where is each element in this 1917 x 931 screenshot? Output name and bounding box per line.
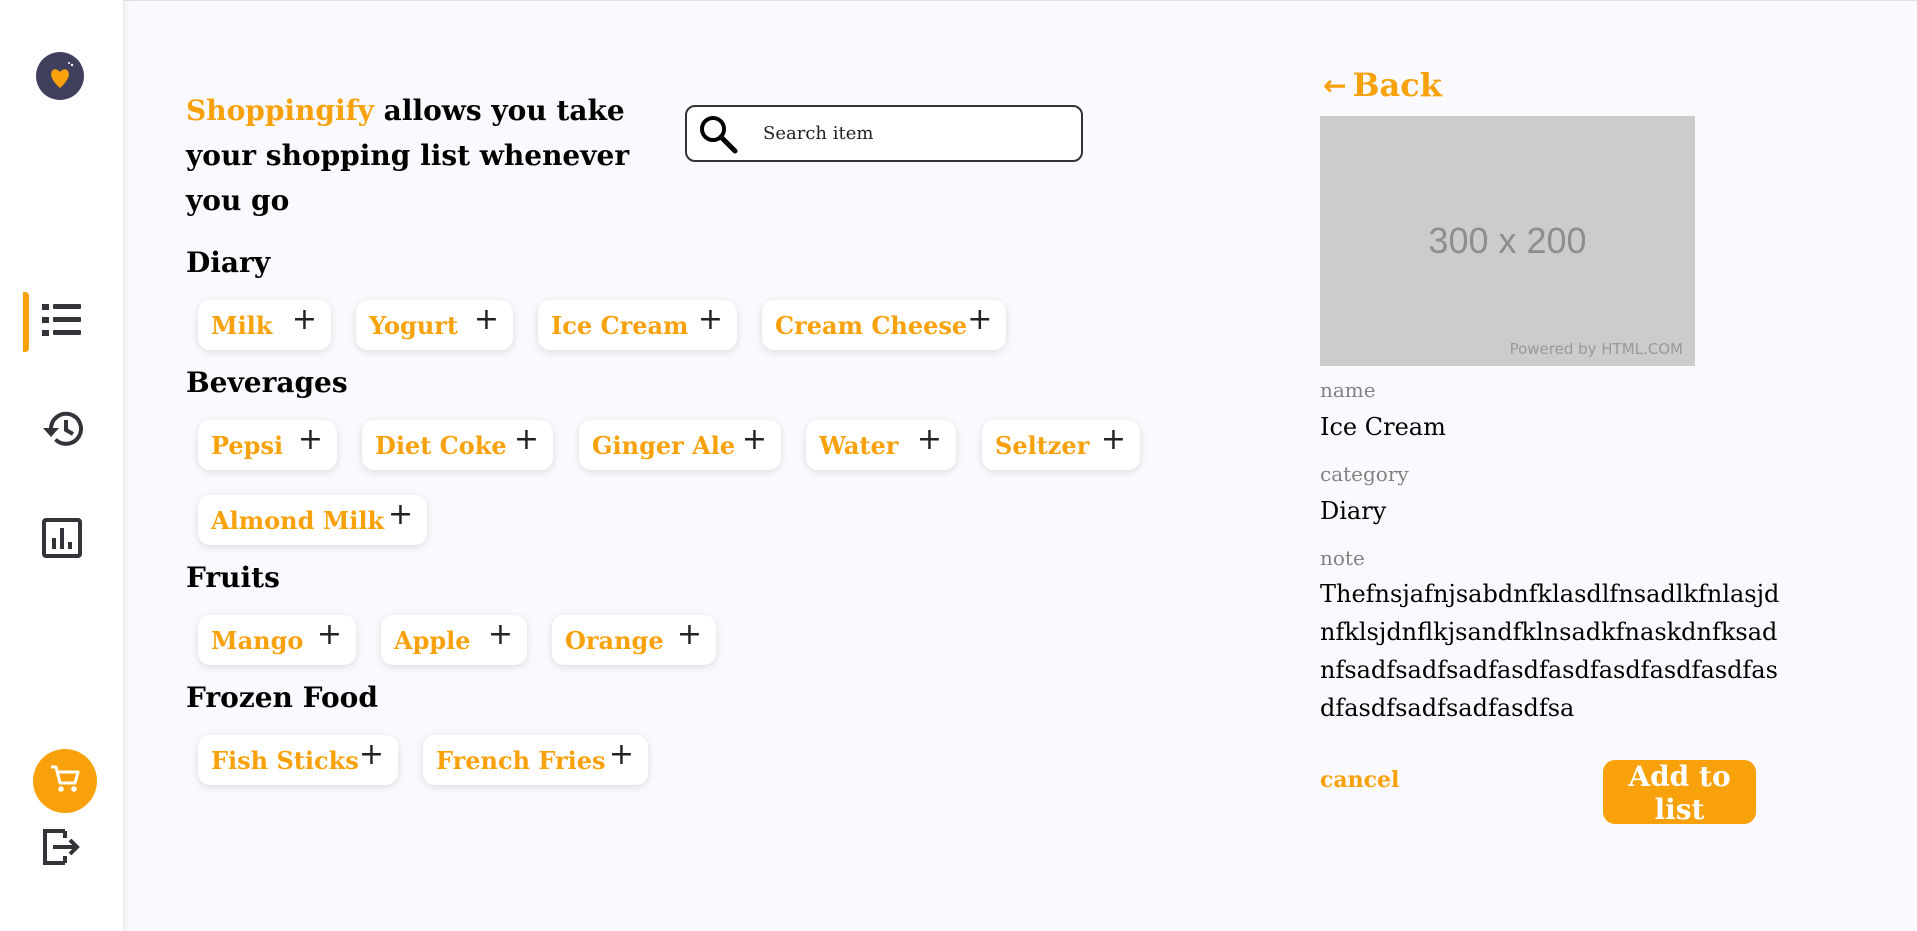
item-name: Seltzer bbox=[995, 430, 1090, 460]
item-image-placeholder: 300 x 200 Powered by HTML.COM bbox=[1320, 116, 1695, 366]
item-chip[interactable]: Diet Coke + bbox=[362, 420, 553, 470]
item-chip[interactable]: Apple + bbox=[381, 615, 527, 665]
sidebar-item-items[interactable] bbox=[0, 292, 123, 352]
chart-icon bbox=[41, 518, 82, 562]
category-title: Fruits bbox=[186, 561, 280, 594]
item-chip[interactable]: Ginger Ale + bbox=[579, 420, 781, 470]
item-chip[interactable]: Almond Milk + bbox=[198, 495, 427, 545]
item-name: Water bbox=[819, 430, 899, 460]
item-chip[interactable]: Seltzer + bbox=[982, 420, 1140, 470]
add-item-icon[interactable]: + bbox=[1101, 425, 1126, 455]
item-name: Diet Coke bbox=[375, 430, 507, 460]
add-item-icon[interactable]: + bbox=[967, 305, 992, 335]
cart-icon bbox=[49, 764, 81, 798]
item-name: Almond Milk bbox=[211, 505, 385, 535]
history-icon bbox=[39, 408, 85, 454]
item-chip[interactable]: French Fries + bbox=[423, 735, 648, 785]
item-chip[interactable]: Milk + bbox=[198, 300, 331, 350]
add-item-icon[interactable]: + bbox=[317, 620, 342, 650]
search-input[interactable] bbox=[763, 123, 1063, 144]
page-headline: Shoppingify allows you take your shoppin… bbox=[186, 88, 646, 223]
item-name: Ice Cream bbox=[551, 310, 689, 340]
top-divider bbox=[0, 0, 1917, 1]
search-icon bbox=[693, 109, 743, 159]
cancel-button[interactable]: cancel bbox=[1320, 767, 1399, 793]
item-name: Apple bbox=[394, 625, 471, 655]
item-name: Fish Sticks bbox=[211, 745, 359, 775]
image-credit: Powered by HTML.COM bbox=[1509, 340, 1683, 358]
add-item-icon[interactable]: + bbox=[677, 620, 702, 650]
add-item-icon[interactable]: + bbox=[474, 305, 499, 335]
item-name: Cream Cheese bbox=[775, 310, 968, 340]
add-item-icon[interactable]: + bbox=[514, 425, 539, 455]
add-item-icon[interactable]: + bbox=[742, 425, 767, 455]
arrow-left-icon: ← bbox=[1323, 68, 1347, 102]
item-chip[interactable]: Yogurt + bbox=[356, 300, 513, 350]
item-chip[interactable]: Ice Cream + bbox=[538, 300, 737, 350]
logout-button[interactable] bbox=[40, 828, 82, 870]
add-item-icon[interactable]: + bbox=[488, 620, 513, 650]
item-name: Mango bbox=[211, 625, 304, 655]
add-item-icon[interactable]: + bbox=[298, 425, 323, 455]
back-label: Back bbox=[1352, 66, 1442, 104]
cart-button[interactable] bbox=[33, 749, 97, 813]
item-name: Ginger Ale bbox=[592, 430, 736, 460]
add-item-icon[interactable]: + bbox=[917, 425, 942, 455]
item-name: Pepsi bbox=[211, 430, 284, 460]
category-label: category bbox=[1320, 462, 1409, 486]
note-value: Thefnsjafnjsabdnfklasdlfnsadlkfnlasjdnfk… bbox=[1320, 580, 1780, 722]
add-item-icon[interactable]: + bbox=[698, 305, 723, 335]
sidebar-item-history[interactable] bbox=[0, 401, 123, 461]
sidebar bbox=[0, 0, 123, 931]
search-bar[interactable] bbox=[685, 105, 1083, 162]
item-chip[interactable]: Water + bbox=[806, 420, 956, 470]
name-value: Ice Cream bbox=[1320, 413, 1446, 441]
brand-name: Shoppingify bbox=[186, 94, 374, 127]
item-chip[interactable]: Fish Sticks + bbox=[198, 735, 398, 785]
back-button[interactable]: ← Back bbox=[1323, 66, 1442, 104]
item-chip[interactable]: Cream Cheese + bbox=[762, 300, 1006, 350]
logout-icon bbox=[41, 827, 81, 871]
logo-icon[interactable] bbox=[36, 52, 84, 100]
item-name: Orange bbox=[565, 625, 664, 655]
name-label: name bbox=[1320, 378, 1376, 402]
add-item-icon[interactable]: + bbox=[292, 305, 317, 335]
item-name: Milk bbox=[211, 310, 273, 340]
category-value: Diary bbox=[1320, 497, 1387, 525]
add-item-icon[interactable]: + bbox=[388, 500, 413, 530]
image-dimensions: 300 x 200 bbox=[1428, 220, 1587, 261]
add-to-list-button[interactable]: Add to list bbox=[1603, 760, 1756, 826]
category-title: Frozen Food bbox=[186, 681, 378, 714]
category-title: Beverages bbox=[186, 366, 348, 399]
item-chip[interactable]: Mango + bbox=[198, 615, 356, 665]
sidebar-item-statistics[interactable] bbox=[0, 510, 123, 570]
add-item-icon[interactable]: + bbox=[609, 740, 634, 770]
category-title: Diary bbox=[186, 246, 271, 279]
item-name: French Fries bbox=[436, 745, 606, 775]
item-name: Yogurt bbox=[369, 310, 459, 340]
add-item-icon[interactable]: + bbox=[359, 740, 384, 770]
list-icon bbox=[41, 302, 82, 342]
note-label: note bbox=[1320, 546, 1365, 570]
item-chip[interactable]: Orange + bbox=[552, 615, 716, 665]
item-chip[interactable]: Pepsi + bbox=[198, 420, 337, 470]
